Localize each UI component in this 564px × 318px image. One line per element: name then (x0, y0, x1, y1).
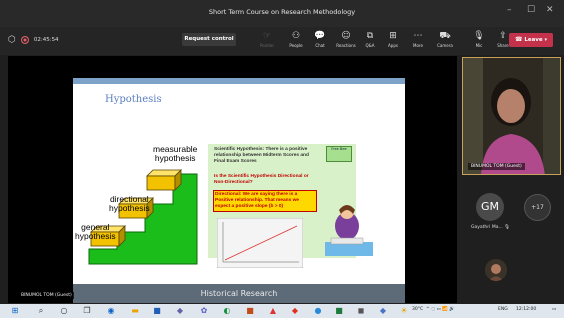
teams-icon[interactable]: ◆ (175, 306, 185, 316)
pointer-label: Pointer (259, 43, 275, 48)
app-icon-2[interactable]: ● (313, 306, 323, 316)
apps-icon: ⊞ (389, 31, 397, 41)
scientific-hypothesis-text: Scientific Hypothesis: There is a positi… (214, 147, 309, 164)
apps-button[interactable]: ⊞ Apps (380, 31, 406, 49)
tray-icons[interactable]: ^ ◌ ▭ 📶 🔊 (426, 307, 455, 312)
search-icon[interactable]: ⌕ (36, 306, 46, 316)
shield-icon: ⬡ (8, 35, 16, 45)
windows-start-icon[interactable]: ⊞ (10, 306, 20, 316)
self-video-image (485, 259, 507, 281)
weather-icon[interactable]: ☀ (399, 306, 409, 316)
shared-screen: Hypothesis general hypothesis directiona… (8, 56, 457, 303)
more-button[interactable]: ⋯ More (405, 31, 431, 49)
app-icon-3[interactable]: ◼ (356, 306, 366, 316)
answer-box: Directional: We are saying there is a Po… (213, 190, 317, 212)
temperature: 30°C (412, 307, 424, 312)
step-block-measurable (146, 169, 182, 191)
edge-icon[interactable]: ◉ (106, 306, 116, 316)
title-bar: Short Term Course on Research Methodolog… (0, 0, 564, 27)
more-participants-button[interactable]: +17 (524, 194, 551, 221)
green-staircase (88, 173, 198, 265)
participant-name: Gayathri Ma... 🎙 (471, 225, 510, 230)
slide-header-bar (73, 78, 405, 84)
chrome-icon[interactable]: ◐ (222, 306, 232, 316)
camera-label: Camera (437, 43, 453, 48)
leave-button[interactable]: ☎ Leave ▾ (509, 33, 553, 47)
presenter-name: BINUMOL TOM (Guest) (468, 163, 525, 170)
pdf-icon[interactable]: ▲ (268, 306, 278, 316)
reactions-label: Reactions (336, 43, 356, 48)
file-explorer-icon[interactable]: ▬ (130, 306, 140, 316)
excel-icon[interactable]: ■ (334, 306, 344, 316)
chat-button[interactable]: 💬 Chat (307, 31, 333, 49)
task-view-icon[interactable]: ❐ (82, 306, 92, 316)
staircase-diagram (88, 169, 198, 265)
reactions-button[interactable]: ☺ Reactions (333, 31, 359, 49)
local-user-name: BINUMOL TOM (Guest) (19, 292, 74, 299)
word-icon[interactable]: ■ (152, 306, 162, 316)
participant-avatar-gm[interactable]: GM (476, 193, 504, 221)
meeting-toolbar: ⬡ 02:45:54 Request control ☞ Pointer ⚇ Peop… (0, 27, 564, 55)
meeting-status: ⬡ 02:45:54 (8, 35, 59, 45)
scatter-plot-image (217, 218, 303, 268)
cortana-icon[interactable]: ○ (59, 306, 69, 316)
chat-label: Chat (315, 43, 325, 48)
next-slide-title: Historical Research (73, 284, 405, 303)
window-title: Short Term Course on Research Methodolog… (208, 8, 356, 16)
request-control-button[interactable]: Request control (182, 33, 236, 46)
reactions-icon: ☺ (341, 31, 351, 41)
more-label: More (413, 43, 423, 48)
minimize-button[interactable]: – (507, 5, 512, 15)
app-icon-4[interactable]: ◆ (378, 306, 388, 316)
step-label-measurable: measurable hypothesis (153, 144, 198, 163)
people-label: People (289, 43, 303, 48)
phone-icon: ☎ (514, 36, 523, 43)
slide: Hypothesis general hypothesis directiona… (73, 78, 405, 284)
teams-meeting-window: Short Term Course on Research Methodolog… (0, 0, 564, 318)
self-video-thumbnail (485, 259, 507, 281)
presenter-video[interactable]: BINUMOL TOM (Guest) (462, 57, 561, 175)
meeting-timer: 02:45:54 (33, 37, 59, 43)
office-icon[interactable]: ◆ (290, 306, 300, 316)
pointer-icon: ☞ (262, 31, 272, 41)
leave-label: Leave (524, 37, 543, 43)
camera-icon: ⛟ (439, 31, 451, 41)
app-icon[interactable]: ✿ (199, 306, 209, 316)
chat-icon: 💬 (314, 31, 326, 41)
recording-icon (20, 36, 29, 44)
step-label-general: general hypothesis (75, 222, 116, 241)
camera-button[interactable]: ⛟ Camera (432, 31, 458, 49)
notifications-icon[interactable]: ▭ (552, 307, 556, 312)
slide-title: Hypothesis (105, 94, 162, 105)
powerpoint-icon[interactable]: ■ (245, 306, 255, 316)
mic-button[interactable]: 🎙 Mic (466, 31, 492, 49)
language-indicator[interactable]: ENG (498, 307, 508, 312)
step-label-directional: directional hypothesis (109, 194, 150, 213)
question-text: Is the Scientific Hypothesis Directional… (214, 174, 309, 185)
maximize-button[interactable]: ☐ (527, 5, 535, 15)
presenter-image (463, 58, 560, 174)
apps-label: Apps (388, 43, 398, 48)
student-illustration (325, 205, 373, 256)
mic-off-icon: 🎙 (504, 225, 510, 230)
pointer-button[interactable]: ☞ Pointer (254, 31, 280, 49)
chevron-down-icon: ▾ (544, 37, 548, 43)
mic-icon: 🎙 (473, 31, 485, 41)
people-icon: ⚇ (291, 31, 301, 41)
people-button[interactable]: ⚇ People (283, 31, 309, 49)
windows-taskbar: ⊞ ⌕ ○ ❐ ◉ ▬ ■ ◆ ✿ ◐ ■ ▲ ◆ ● ■ ◼ ◆ ☀ 30°C… (0, 304, 564, 318)
more-icon: ⋯ (413, 31, 423, 41)
free-bee-badge: Free Bee (326, 146, 352, 162)
clock[interactable]: 12:12:00 (516, 307, 536, 312)
mic-label: Mic (475, 43, 483, 48)
close-button[interactable]: ✕ (546, 5, 554, 15)
